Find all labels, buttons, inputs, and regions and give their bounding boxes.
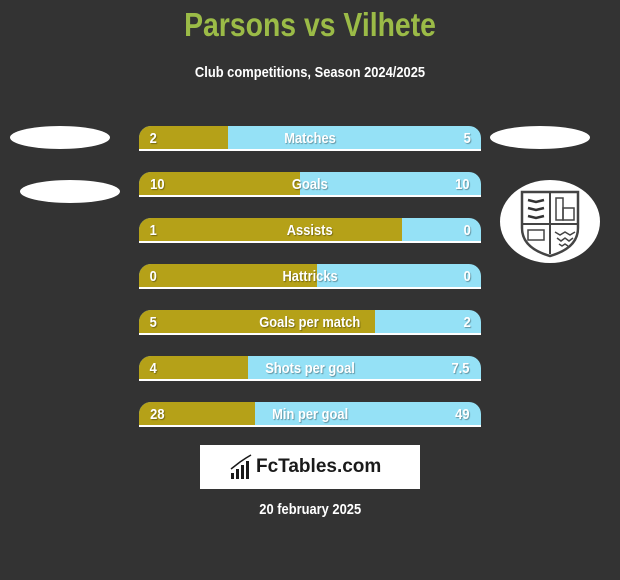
page-subtitle: Club competitions, Season 2024/2025 [194, 64, 426, 81]
stat-right-value: 7.5 [451, 360, 470, 377]
stat-label: Assists [287, 222, 333, 239]
stat-bar: 2 Matches 5 [139, 126, 481, 151]
stat-label: Min per goal [272, 406, 348, 423]
stat-bar: 28 Min per goal 49 [139, 402, 481, 427]
stat-label: Goals [292, 176, 328, 193]
logo-text: FcTables.com [256, 456, 382, 477]
stat-bar: 4 Shots per goal 7.5 [139, 356, 481, 381]
stat-bar: 1 Assists 0 [139, 218, 481, 243]
stat-right-value: 0 [463, 268, 471, 285]
team-right-logo-placeholder [490, 126, 590, 149]
stat-right-value: 2 [463, 314, 471, 331]
stat-label: Goals per match [259, 314, 361, 331]
stat-right-value: 0 [463, 222, 471, 239]
stat-label: Shots per goal [265, 360, 355, 377]
team-right-crest [500, 180, 600, 263]
fctables-logo[interactable]: FcTables.com [200, 445, 420, 489]
stat-label: Matches [284, 130, 336, 147]
stat-right-value: 5 [463, 130, 471, 147]
match-date: 20 february 2025 [0, 501, 620, 518]
date-text: 20 february 2025 [259, 501, 361, 518]
stat-right-value: 10 [455, 176, 470, 193]
stat-bar: 0 Hattricks 0 [139, 264, 481, 289]
stat-right-value: 49 [455, 406, 470, 423]
club-crest-shield-icon [520, 190, 580, 258]
stat-bar: 5 Goals per match 2 [139, 310, 481, 335]
stat-label: Hattricks [282, 268, 338, 285]
stat-bar: 10 Goals 10 [139, 172, 481, 197]
team-left-logo-placeholder-2 [20, 180, 120, 203]
team-left-logo-placeholder [10, 126, 110, 149]
bar-chart-trend-icon [230, 454, 252, 479]
page-title: Parsons vs Vilhete [184, 6, 436, 43]
